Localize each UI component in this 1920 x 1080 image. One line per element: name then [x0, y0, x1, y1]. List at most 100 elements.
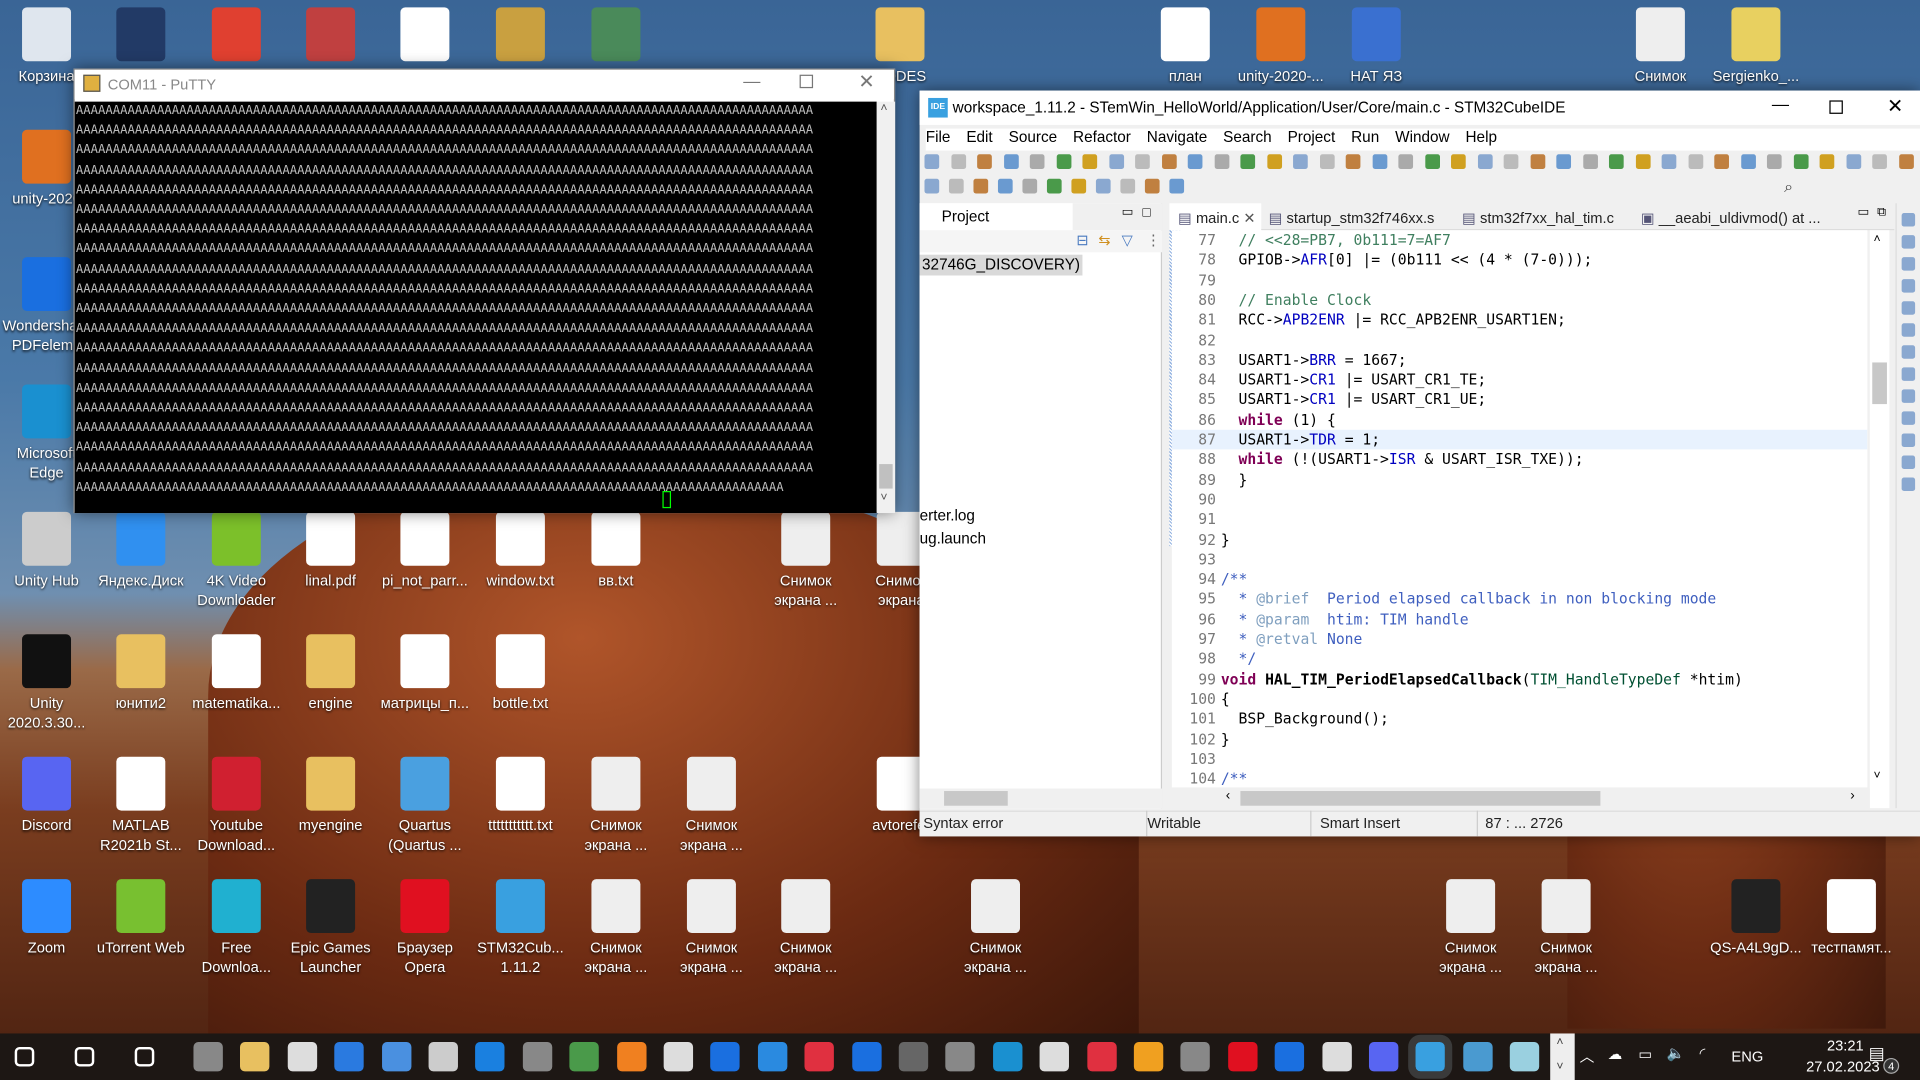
toolbar-button-icon[interactable] — [1022, 178, 1038, 194]
taskbar-unity-icon[interactable] — [287, 1042, 317, 1072]
desktop-icon[interactable]: uTorrent Web — [94, 879, 187, 957]
toolbar-button-icon[interactable] — [1003, 154, 1019, 169]
desktop-icon[interactable]: Unity Hub — [0, 511, 93, 590]
view-shortcut-icon[interactable] — [1901, 455, 1916, 469]
desktop-icon[interactable]: pi_not_parr... — [378, 511, 471, 590]
taskbar-stm32cubeide-icon[interactable] — [1408, 1034, 1453, 1079]
taskbar-scroller[interactable]: ˄ ˅ — [1550, 1033, 1575, 1080]
desktop-icon[interactable]: Снимок экрана ... — [759, 879, 852, 977]
toolbar-button-icon[interactable] — [1872, 154, 1887, 169]
view-shortcut-icon[interactable] — [1901, 389, 1916, 403]
view-shortcut-icon[interactable] — [1901, 213, 1916, 227]
toolbar-button-icon[interactable] — [1582, 154, 1598, 169]
toolbar-button-icon[interactable] — [948, 178, 964, 194]
desktop-icon[interactable] — [190, 7, 283, 66]
desktop-icon[interactable]: Снимок экрана ... — [569, 879, 662, 977]
desktop-icon[interactable]: Браузер Opera — [378, 879, 471, 977]
taskbar-github-icon[interactable] — [945, 1042, 976, 1072]
menu-edit[interactable]: Edit — [966, 129, 992, 146]
maximize-button[interactable] — [799, 74, 814, 89]
terminal-scrollbar[interactable]: ˄ ˅ — [876, 101, 896, 514]
toolbar-button-icon[interactable] — [1056, 154, 1071, 169]
toolbar-button-icon[interactable] — [1635, 154, 1651, 169]
tree-item-project[interactable]: 32746G_DISCOVERY) — [919, 254, 1083, 276]
toolbar-button-icon[interactable] — [997, 178, 1013, 194]
desktop-icon[interactable]: Снимок экрана ... — [665, 756, 758, 855]
desktop-icon[interactable]: вв.txt — [569, 511, 662, 590]
toolbar-button-icon[interactable] — [950, 154, 966, 169]
editor-vscrollbar[interactable]: ˄ ˅ — [1869, 230, 1890, 809]
toolbar-button-icon[interactable] — [1714, 154, 1729, 169]
view-shortcut-icon[interactable] — [1901, 433, 1916, 447]
putty-titlebar[interactable]: COM11 - PuTTY — ✕ — [74, 69, 894, 100]
taskbar-infinity-icon[interactable] — [1133, 1042, 1164, 1072]
desktop-icon[interactable]: window.txt — [474, 511, 567, 590]
toolbar-button-icon[interactable] — [1898, 154, 1914, 169]
code-editor[interactable]: 77 // <<28=PB7, 0b111=7=AF7 78 GPIOB->AFR… — [1171, 230, 1868, 788]
taskbar-edge-icon[interactable] — [992, 1042, 1023, 1072]
taskbar-discord-icon[interactable] — [1368, 1042, 1399, 1072]
taskbar-opera-gx-icon[interactable] — [804, 1042, 835, 1072]
toolbar-button-icon[interactable] — [1793, 154, 1808, 169]
toolbar-button-icon[interactable] — [1240, 154, 1256, 169]
desktop-icon[interactable]: план — [1139, 7, 1232, 85]
taskbar-paint-icon[interactable] — [1086, 1042, 1117, 1072]
close-button[interactable]: ✕ — [858, 70, 874, 94]
taskbar-chip-icon[interactable] — [898, 1042, 929, 1072]
clock-time[interactable]: 23:21 — [1827, 1037, 1864, 1054]
tree-item-file[interactable]: ug.launch — [920, 530, 986, 547]
desktop-icon[interactable]: Яндекс.Диск — [94, 511, 187, 590]
taskbar-github-icon[interactable] — [1180, 1042, 1211, 1072]
desktop-icon[interactable]: Free Downloa... — [190, 879, 283, 977]
toolbar-button-icon[interactable] — [1029, 154, 1045, 169]
scroll-left-icon[interactable]: ‹ — [1226, 789, 1230, 804]
close-icon[interactable]: ✕ — [1243, 209, 1255, 226]
toolbar-button-icon[interactable] — [1503, 154, 1519, 169]
taskbar-u-app-icon[interactable] — [757, 1042, 788, 1072]
taskbar-pdf-icon[interactable] — [475, 1042, 505, 1072]
view-shortcut-icon[interactable] — [1901, 235, 1916, 249]
toolbar-button-icon[interactable] — [1144, 178, 1160, 194]
desktop-icon[interactable]: QS-A4L9gD... — [1709, 879, 1802, 957]
menu-project[interactable]: Project — [1288, 129, 1336, 146]
scroll-right-icon[interactable]: › — [1850, 789, 1854, 804]
desktop-icon[interactable]: bottle.txt — [474, 634, 567, 712]
toolbar-button-icon[interactable] — [1477, 154, 1493, 169]
scroll-up-icon[interactable]: ˄ — [1873, 233, 1880, 246]
desktop-icon[interactable]: MATLAB R2021b St... — [94, 756, 187, 855]
toolbar-button-icon[interactable] — [1608, 154, 1624, 169]
desktop-icon[interactable] — [569, 7, 662, 66]
toolbar-button-icon[interactable] — [1530, 154, 1545, 169]
scroll-down-icon[interactable]: ˅ — [1873, 769, 1880, 782]
desktop-icon[interactable]: Sergienko_... — [1709, 7, 1802, 85]
status-insert-mode[interactable]: Smart Insert — [1310, 810, 1400, 837]
taskbar-start-icon[interactable] — [14, 1046, 35, 1067]
wifi-icon[interactable]: ◜ — [1700, 1044, 1706, 1061]
view-shortcut-icon[interactable] — [1901, 323, 1916, 337]
toolbar-button-icon[interactable] — [1819, 154, 1835, 169]
menu-refactor[interactable]: Refactor — [1073, 129, 1131, 146]
tab-hal-tim[interactable]: ▤ stm32f7xx_hal_tim.c — [1462, 206, 1614, 230]
desktop-icon[interactable] — [284, 7, 377, 66]
desktop-icon[interactable]: ttttttttttt.txt — [474, 756, 567, 835]
terminal[interactable]: AAAAAAAAAAAAAAAAAAAAAAAAAAAAAAAAAAAAAAAA… — [74, 101, 877, 514]
taskbar-wondershare-icon[interactable] — [1274, 1042, 1305, 1072]
view-shortcut-icon[interactable] — [1901, 257, 1916, 271]
view-shortcut-icon[interactable] — [1901, 345, 1916, 359]
tab-disassembly[interactable]: ▣ __aeabi_uldivmod() at ... — [1641, 206, 1821, 230]
desktop-icon[interactable]: unity-2020-... — [1234, 7, 1327, 85]
taskbar-settings-icon[interactable] — [1321, 1042, 1352, 1072]
view-shortcut-icon[interactable] — [1901, 367, 1916, 381]
desktop-icon[interactable]: Unity 2020.3.30... — [0, 634, 93, 732]
toolbar-button-icon[interactable] — [1398, 154, 1414, 169]
scroll-thumb[interactable] — [1240, 791, 1601, 806]
desktop-icon[interactable]: linal.pdf — [284, 511, 377, 590]
toolbar-button-icon[interactable] — [1214, 154, 1229, 169]
desktop-icon[interactable]: Снимок экрана ... — [1424, 879, 1517, 977]
desktop-icon[interactable]: Discord — [0, 756, 93, 835]
menu-file[interactable]: File — [926, 129, 951, 146]
toolbar-button-icon[interactable] — [1187, 154, 1203, 169]
volume-icon[interactable]: 🔈 — [1667, 1044, 1685, 1061]
maximize-button[interactable] — [1829, 100, 1843, 114]
taskbar-todo-icon[interactable] — [334, 1042, 364, 1072]
